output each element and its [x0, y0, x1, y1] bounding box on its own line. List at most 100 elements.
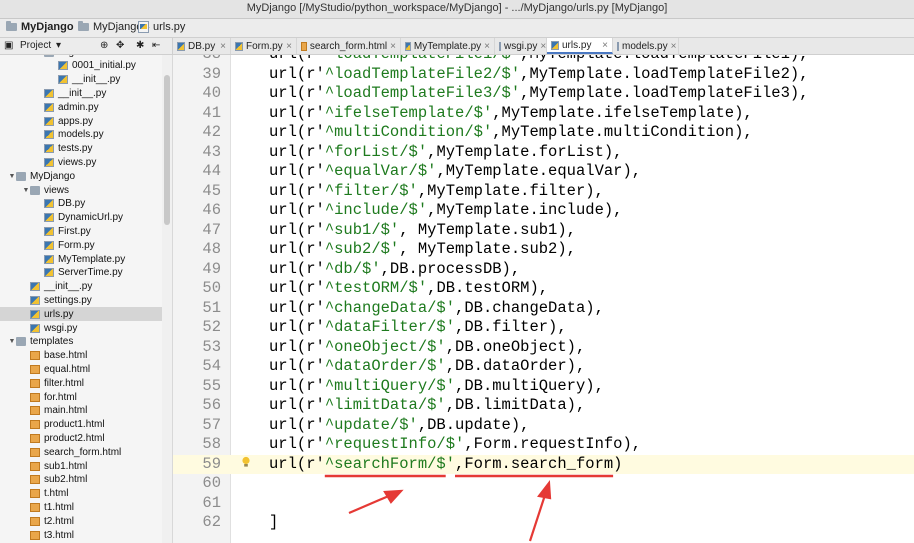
breadcrumb-item[interactable]: MyDjango › — [6, 21, 81, 33]
project-view-selector[interactable]: Project — [20, 40, 51, 51]
tree-item[interactable]: ▼ views — [0, 183, 162, 197]
tree-item[interactable]: wsgi.py — [0, 321, 162, 335]
string-literal: ^requestInfo/$' — [324, 435, 465, 453]
code-line[interactable]: 44 url(r'^equalVar/$',MyTemplate.equalVar… — [173, 162, 914, 182]
code-editor[interactable]: 38url(r'^loadTemplateFile1/$',MyTemplate… — [173, 55, 914, 543]
code-line[interactable]: 56 url(r'^limitData/$',DB.limitData), — [173, 396, 914, 416]
tree-item[interactable]: filter.html — [0, 376, 162, 390]
tree-item[interactable]: __init__.py — [0, 280, 162, 294]
tree-item[interactable]: __init__.py — [0, 86, 162, 100]
tree-item[interactable]: views.py — [0, 155, 162, 169]
code-line[interactable]: 49 url(r'^db/$',DB.processDB), — [173, 260, 914, 280]
code-line[interactable]: 52 url(r'^dataFilter/$',DB.filter), — [173, 318, 914, 338]
scrollbar-thumb[interactable] — [164, 75, 170, 225]
tree-item[interactable]: equal.html — [0, 362, 162, 376]
code-line[interactable]: 61 — [173, 494, 914, 514]
tree-item[interactable]: First.py — [0, 224, 162, 238]
code-line[interactable]: 62] — [173, 513, 914, 533]
code-line[interactable]: 50 url(r'^testORM/$',DB.testORM), — [173, 279, 914, 299]
collapse-icon[interactable]: ✥ — [116, 40, 124, 51]
close-icon[interactable]: × — [286, 41, 296, 52]
sync-icon[interactable]: ⊕ — [100, 40, 108, 51]
code-line[interactable]: 46 url(r'^include/$',MyTemplate.include), — [173, 201, 914, 221]
tree-item[interactable]: ▼ MyDjango — [0, 169, 162, 183]
tab-label: wsgi.py — [504, 40, 538, 52]
line-number: 56 — [202, 396, 221, 414]
close-icon[interactable]: × — [220, 41, 230, 52]
code-line[interactable]: 51 url(r'^changeData/$',DB.changeData), — [173, 299, 914, 319]
tab-mytemplate-py[interactable]: MyTemplate.py × — [401, 38, 495, 54]
tree-item[interactable]: models.py — [0, 128, 162, 142]
tree-item[interactable]: sub1.html — [0, 459, 162, 473]
tab-search-form-html[interactable]: search_form.html × — [297, 38, 401, 54]
tab-form-py[interactable]: Form.py × — [231, 38, 297, 54]
code-token: ,MyTemplate.multiCondition), — [492, 123, 753, 141]
tree-item[interactable]: settings.py — [0, 293, 162, 307]
tree-item[interactable]: __init__.py — [0, 73, 162, 87]
expand-arrow-icon[interactable]: ▼ — [8, 338, 16, 345]
tree-item[interactable]: ▼ templates — [0, 335, 162, 349]
tree-item-label: MyDjango — [30, 170, 76, 182]
tree-item[interactable]: t1.html — [0, 500, 162, 514]
code-line[interactable]: 59 url(r'^searchForm/$',Form.search_form) — [173, 454, 914, 474]
close-icon[interactable]: × — [671, 41, 681, 52]
tree-item-label: Form.py — [58, 239, 95, 251]
code-token: , MyTemplate.sub2), — [399, 240, 576, 258]
tab-models-py[interactable]: models.py × — [613, 38, 679, 54]
tree-item[interactable]: product1.html — [0, 418, 162, 432]
line-number: 52 — [202, 318, 221, 336]
tree-item[interactable]: apps.py — [0, 114, 162, 128]
tree-item[interactable]: MyTemplate.py — [0, 252, 162, 266]
line-number: 61 — [202, 493, 221, 512]
breadcrumb-item[interactable]: urls.py — [138, 21, 185, 33]
tree-item[interactable]: main.html — [0, 404, 162, 418]
html-file-icon — [30, 351, 40, 361]
code-line[interactable]: 43 url(r'^forList/$',MyTemplate.forList), — [173, 143, 914, 163]
tab-wsgi-py[interactable]: wsgi.py × — [495, 38, 547, 54]
tab-db-py[interactable]: DB.py × — [173, 38, 231, 54]
lightbulb-icon[interactable] — [241, 456, 251, 468]
tree-item[interactable]: base.html — [0, 349, 162, 363]
tree-item[interactable]: DynamicUrl.py — [0, 211, 162, 225]
code-line[interactable]: 57 url(r'^update/$',DB.update), — [173, 416, 914, 436]
tree-item[interactable]: Form.py — [0, 238, 162, 252]
tree-scrollbar[interactable] — [162, 55, 173, 543]
hide-icon[interactable]: ⇤ — [152, 40, 160, 51]
tree-item[interactable]: product2.html — [0, 431, 162, 445]
close-icon[interactable]: × — [484, 41, 494, 52]
code-line[interactable]: 48 url(r'^sub2/$', MyTemplate.sub2), — [173, 240, 914, 260]
tree-item[interactable]: 0001_initial.py — [0, 59, 162, 73]
close-icon[interactable]: × — [390, 41, 400, 52]
code-line[interactable]: 58 url(r'^requestInfo/$',Form.requestInfo… — [173, 435, 914, 455]
tree-item[interactable]: admin.py — [0, 100, 162, 114]
tree-item[interactable]: t2.html — [0, 514, 162, 528]
python-file-icon — [58, 75, 68, 85]
chevron-down-icon[interactable]: ▾ — [56, 40, 61, 51]
code-line[interactable]: 60 — [173, 474, 914, 494]
expand-arrow-icon[interactable]: ▼ — [22, 187, 30, 194]
tab-urls-py[interactable]: urls.py × — [547, 38, 613, 54]
code-line[interactable]: 40 url(r'^loadTemplateFile3/$',MyTemplate… — [173, 84, 914, 104]
tree-item[interactable]: DB.py — [0, 197, 162, 211]
code-line[interactable]: 41 url(r'^ifelseTemplate/$',MyTemplate.if… — [173, 104, 914, 124]
code-line[interactable]: 53 url(r'^oneObject/$',DB.oneObject), — [173, 338, 914, 358]
tree-item[interactable]: t3.html — [0, 528, 162, 542]
tree-item[interactable]: for.html — [0, 390, 162, 404]
close-icon[interactable]: × — [602, 40, 612, 51]
tree-item[interactable]: search_form.html — [0, 445, 162, 459]
expand-arrow-icon[interactable]: ▶ — [36, 55, 44, 56]
code-line[interactable]: 45 url(r'^filter/$',MyTemplate.filter), — [173, 182, 914, 202]
code-line[interactable]: 47 url(r'^sub1/$', MyTemplate.sub1), — [173, 221, 914, 241]
code-line[interactable]: 55 url(r'^multiQuery/$',DB.multiQuery), — [173, 377, 914, 397]
code-line[interactable]: 38 url(r'^loadTemplateFile1/$',MyTemplate… — [173, 55, 914, 65]
tree-item[interactable]: ServerTime.py — [0, 266, 162, 280]
gear-icon[interactable]: ✱ — [136, 40, 144, 51]
code-line[interactable]: 54 url(r'^dataOrder/$',DB.dataOrder), — [173, 357, 914, 377]
tree-item[interactable]: t.html — [0, 487, 162, 501]
tree-item[interactable]: sub2.html — [0, 473, 162, 487]
tree-item[interactable]: tests.py — [0, 142, 162, 156]
expand-arrow-icon[interactable]: ▼ — [8, 173, 16, 180]
code-line[interactable]: 39 url(r'^loadTemplateFile2/$',MyTemplate… — [173, 65, 914, 85]
tree-item[interactable]: urls.py — [0, 307, 162, 322]
code-line[interactable]: 42 url(r'^multiCondition/$',MyTemplate.mu… — [173, 123, 914, 143]
